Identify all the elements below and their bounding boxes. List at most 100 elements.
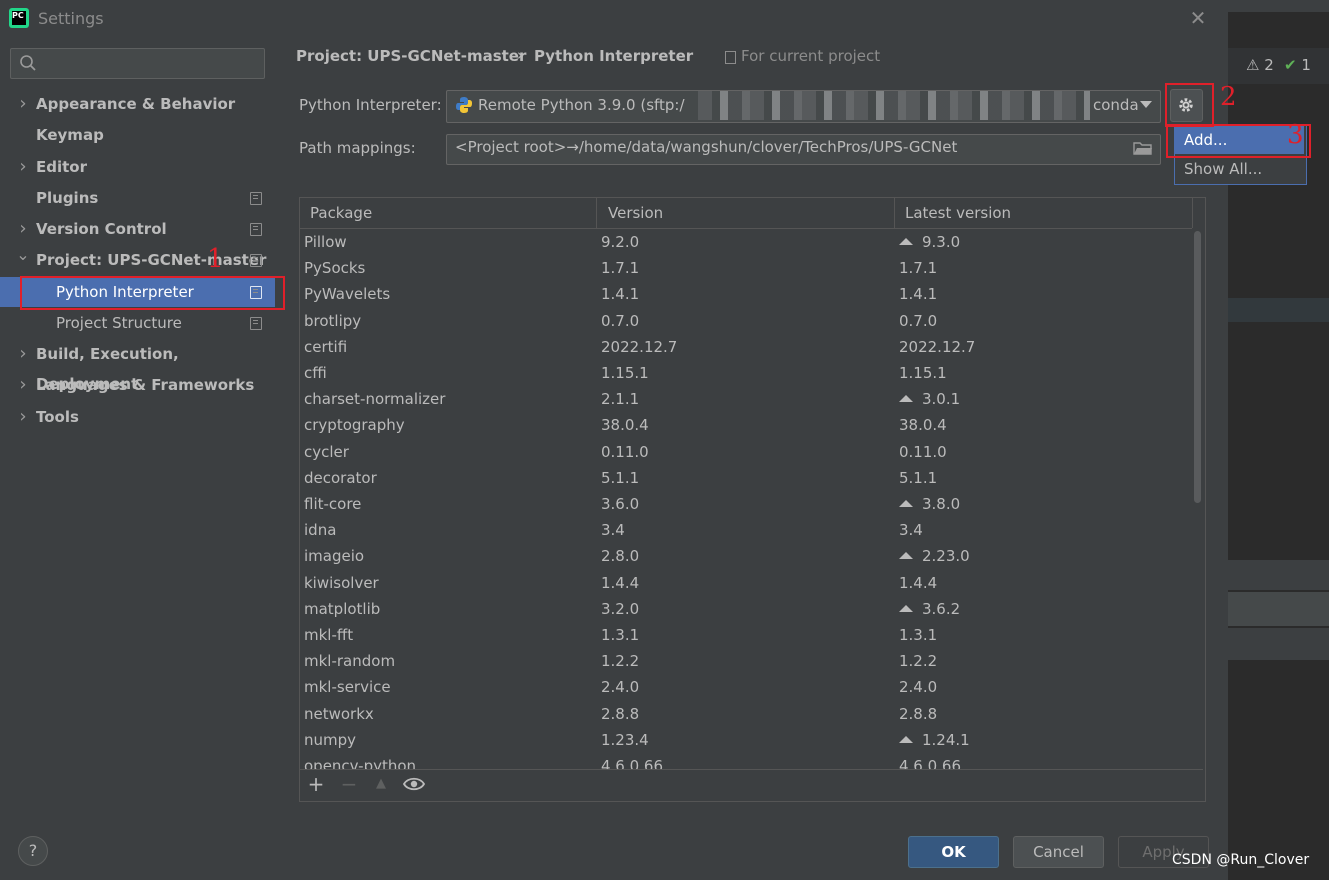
upgrade-package-icon[interactable]: ▲ (371, 774, 391, 794)
table-row[interactable]: charset-normalizer 2.1.1 3.0.1 (300, 386, 1192, 412)
latest-version-text: 1.7.1 (899, 259, 938, 278)
table-row[interactable]: networkx 2.8.8 2.8.8 (300, 701, 1192, 727)
table-row[interactable]: cryptography 38.0.4 38.0.4 (300, 412, 1192, 438)
table-row[interactable]: decorator 5.1.1 5.1.1 (300, 465, 1192, 491)
package-version: 1.4.4 (601, 573, 640, 592)
chevron-down-icon[interactable]: ⌄ (16, 240, 30, 270)
latest-version-text: 3.4 (899, 521, 923, 540)
sidebar-item[interactable]: › Build, Execution, Deployment (0, 339, 275, 393)
redacted-host-blur (698, 91, 1090, 120)
help-button[interactable]: ? (18, 836, 48, 866)
table-row[interactable]: mkl-service 2.4.0 2.4.0 (300, 674, 1192, 700)
upgrade-arrow-icon (899, 238, 913, 245)
table-row[interactable]: Pillow 9.2.0 9.3.0 (300, 229, 1192, 255)
breadcrumb-page: Python Interpreter (534, 47, 694, 65)
package-version: 3.6.0 (601, 495, 640, 513)
latest-version-text: 3.0.1 (922, 390, 961, 409)
close-icon[interactable]: ✕ (1188, 8, 1208, 28)
background-ide-panel-toolbar (1228, 628, 1329, 660)
latest-version-text: 5.1.1 (899, 468, 938, 487)
sidebar-item[interactable]: › Version Control (0, 214, 275, 244)
column-header-latest-version[interactable]: Latest version (905, 198, 1011, 228)
sidebar-item-label: Keymap (36, 126, 104, 144)
chevron-right-icon[interactable]: › (16, 370, 30, 400)
ide-checks-count[interactable]: ✔ 1 (1284, 56, 1311, 74)
table-row[interactable]: cycler 0.11.0 0.11.0 (300, 439, 1192, 465)
table-scrollbar-thumb[interactable] (1194, 231, 1201, 503)
table-row[interactable]: mkl-fft 1.3.1 1.3.1 (300, 622, 1192, 648)
table-row[interactable]: opencv-python 4.6.0.66 4.6.0.66 (300, 753, 1192, 769)
folder-icon[interactable] (1133, 140, 1153, 156)
cancel-button[interactable]: Cancel (1013, 836, 1104, 868)
add-package-icon[interactable]: + (306, 774, 326, 794)
package-name: imageio (304, 547, 365, 566)
table-row[interactable]: PyWavelets 1.4.1 1.4.1 (300, 281, 1192, 307)
table-row[interactable]: imageio 2.8.0 2.23.0 (300, 543, 1192, 569)
table-row[interactable]: brotlipy 0.7.0 0.7.0 (300, 308, 1192, 334)
menu-item-show-all[interactable]: Show All... (1175, 155, 1304, 183)
sidebar-item-label: Plugins (36, 189, 99, 207)
window-title: Settings (38, 9, 104, 28)
sidebar-item[interactable]: Plugins (0, 183, 275, 213)
latest-version-text: 1.15.1 (899, 364, 947, 382)
sidebar-item-label: Languages & Frameworks (36, 376, 255, 394)
path-mappings-label: Path mappings: (299, 139, 416, 157)
package-name: numpy (304, 730, 357, 749)
chevron-right-icon[interactable]: › (16, 402, 30, 432)
package-latest-version: 1.4.4 (899, 570, 937, 596)
sidebar-item[interactable]: › Appearance & Behavior (0, 89, 275, 119)
table-row[interactable]: flit-core 3.6.0 3.8.0 (300, 491, 1192, 517)
column-header-version[interactable]: Version (608, 198, 663, 228)
sidebar-item-label: Project Structure (56, 314, 182, 332)
column-header-package[interactable]: Package (310, 198, 372, 228)
sidebar-item[interactable]: › Editor (0, 152, 275, 182)
chevron-right-icon[interactable]: › (16, 339, 30, 369)
breadcrumb-project[interactable]: Project: UPS-GCNet-master (296, 47, 526, 65)
remove-package-icon[interactable]: − (339, 774, 359, 794)
package-version: 3.4 (601, 521, 625, 540)
ide-warnings-count[interactable]: ⚠ 2 (1246, 56, 1274, 74)
project-scope-icon (250, 223, 262, 236)
package-version: 1.2.2 (601, 652, 640, 671)
package-latest-version: 2.4.0 (899, 674, 937, 700)
latest-version-text: 1.2.2 (899, 652, 938, 671)
package-latest-version: 2.8.8 (899, 701, 937, 727)
package-latest-version: 38.0.4 (899, 412, 947, 438)
package-name: PySocks (304, 259, 366, 278)
eye-icon[interactable] (403, 776, 425, 792)
table-row[interactable]: PySocks 1.7.1 1.7.1 (300, 255, 1192, 281)
table-row[interactable]: certifi 2022.12.7 2022.12.7 (300, 334, 1192, 360)
table-row[interactable]: matplotlib 3.2.0 3.6.2 (300, 596, 1192, 622)
table-row[interactable]: cffi 1.15.1 1.15.1 (300, 360, 1192, 386)
package-name: cryptography (304, 416, 405, 435)
package-name: charset-normalizer (304, 390, 446, 409)
chevron-right-icon[interactable]: › (16, 89, 30, 119)
column-divider[interactable] (596, 198, 597, 228)
column-divider[interactable] (894, 198, 895, 228)
table-row[interactable]: numpy 1.23.4 1.24.1 (300, 727, 1192, 753)
sidebar-item[interactable]: › Tools (0, 402, 275, 432)
sidebar-item[interactable]: Project Structure (0, 308, 275, 338)
table-row[interactable]: kiwisolver 1.4.4 1.4.4 (300, 570, 1192, 596)
latest-version-text: 1.3.1 (899, 626, 938, 644)
latest-version-text: 2022.12.7 (899, 337, 976, 356)
package-name: PyWavelets (304, 285, 391, 304)
sidebar-item[interactable]: ⌄ Project: UPS-GCNet-master (0, 245, 275, 275)
sidebar-item[interactable]: › Languages & Frameworks (0, 370, 275, 400)
latest-version-text: 1.24.1 (922, 730, 970, 749)
package-latest-version: 3.0.1 (899, 386, 960, 412)
table-row[interactable]: idna 3.4 3.4 (300, 517, 1192, 543)
search-icon (20, 55, 36, 71)
chevron-right-icon[interactable]: › (16, 152, 30, 182)
chevron-down-icon[interactable] (1140, 101, 1152, 108)
package-latest-version: 4.6.0.66 (899, 753, 961, 769)
latest-version-text: 2.4.0 (899, 678, 938, 697)
settings-search-input[interactable] (10, 48, 265, 79)
ok-button[interactable]: OK (908, 836, 999, 868)
project-scope-icon (250, 317, 262, 330)
table-row[interactable]: mkl-random 1.2.2 1.2.2 (300, 648, 1192, 674)
package-latest-version: 5.1.1 (899, 465, 937, 491)
sidebar-item[interactable]: Keymap (0, 120, 275, 150)
background-ide-panel-tab (1228, 592, 1329, 626)
package-version: 1.7.1 (601, 259, 640, 278)
